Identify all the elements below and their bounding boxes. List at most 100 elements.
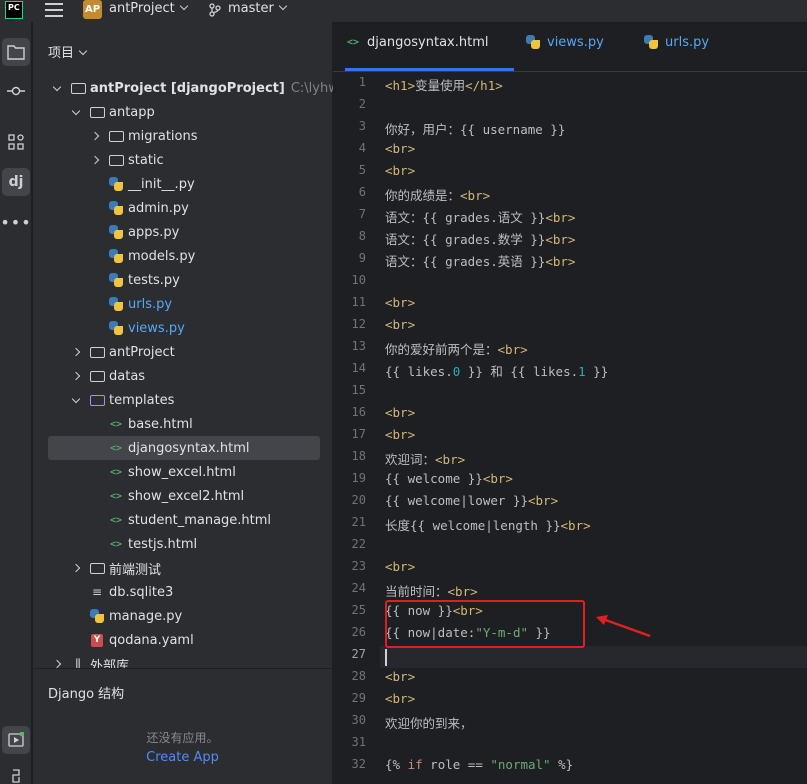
line-number: 32 (351, 757, 366, 771)
django-icon[interactable]: dj (2, 168, 30, 196)
run-icon[interactable] (2, 726, 30, 754)
project-name: antProject (109, 1, 175, 16)
tree-item-label: qodana.yaml (109, 632, 194, 648)
chevron-down-icon[interactable] (69, 393, 83, 407)
tree-item[interactable]: <> base.html (33, 412, 320, 436)
git-branch-icon (209, 3, 221, 17)
chevron-down-icon[interactable] (50, 81, 64, 95)
project-icon[interactable] (2, 38, 30, 66)
code-token: <br> (497, 342, 528, 357)
chevron-right-icon[interactable] (88, 153, 102, 167)
code-token: <br> (385, 427, 416, 442)
tree-item[interactable]: views.py (33, 316, 320, 340)
tree-item[interactable]: antProject [djangoProject] C:\lyhwork\ (33, 76, 364, 100)
tree-item[interactable]: migrations (33, 124, 320, 148)
code-line: <br> (385, 427, 415, 442)
code-token: <br> (482, 471, 513, 486)
code-token: {{ welcome }} (385, 471, 483, 486)
tree-item-label: testjs.html (128, 536, 198, 552)
code-line: 语文：{{ grades.英语 }}<br> (385, 251, 575, 270)
tree-item-label: migrations (128, 128, 198, 144)
code-token: <br> (460, 188, 491, 203)
tree-item[interactable]: <> show_excel2.html (33, 484, 320, 508)
commit-icon[interactable] (2, 77, 30, 105)
pycharm-logo-icon[interactable]: PC (5, 1, 23, 19)
project-selector[interactable]: antProject (109, 1, 189, 16)
folder-icon (70, 81, 86, 95)
tree-item[interactable]: tests.py (33, 268, 320, 292)
code-token: <br> (560, 518, 591, 533)
code-token: 你的成绩是： (385, 188, 461, 203)
tree-item[interactable]: models.py (33, 244, 320, 268)
chevron-right-icon[interactable] (69, 561, 83, 575)
tree-item[interactable]: antapp (33, 100, 320, 124)
python-file-icon (108, 201, 124, 215)
tree-item-label: manage.py (109, 608, 183, 624)
project-badge[interactable]: AP (83, 0, 102, 19)
tree-item[interactable]: manage.py (33, 604, 320, 628)
tree-item[interactable]: <> djangosyntax.html (48, 436, 320, 460)
chevron-right-icon[interactable] (69, 369, 83, 383)
code-line: 你的爱好前两个是：<br> (385, 339, 528, 358)
editor-tab[interactable]: views.py (525, 35, 604, 71)
editor-tab[interactable]: urls.py (643, 35, 709, 71)
create-app-link[interactable]: Create App (33, 750, 332, 765)
tree-item[interactable]: <> student_manage.html (33, 508, 320, 532)
code-line: 欢迎你的到来， (385, 713, 473, 732)
branch-selector[interactable]: master (228, 1, 288, 16)
code-token: <br> (528, 493, 559, 508)
tree-item[interactable]: apps.py (33, 220, 320, 244)
tree-item-label: show_excel.html (128, 464, 236, 480)
python-file-icon (525, 35, 541, 49)
code-token: <br> (385, 559, 416, 574)
tree-item[interactable]: static (33, 148, 320, 172)
line-number: 26 (351, 625, 366, 639)
folder-icon (89, 369, 105, 383)
annotation-arrow-icon (596, 615, 651, 638)
code-token: <br> (545, 210, 576, 225)
tree-item[interactable]: 前端测试 (33, 556, 320, 580)
folder-icon (89, 345, 105, 359)
chevron-right-icon[interactable] (69, 345, 83, 359)
tree-item[interactable]: datas (33, 364, 320, 388)
database-file-icon: ≡ (91, 585, 103, 599)
line-number: 29 (351, 691, 366, 705)
tree-item-label: base.html (128, 416, 193, 432)
project-view-selector[interactable]: 项目 (48, 42, 88, 61)
line-number: 8 (358, 229, 366, 243)
code-token: <br> (545, 254, 576, 269)
tree-item[interactable]: Yqodana.yaml (33, 628, 320, 652)
code-token: 语文：{{ grades.英语 }} (385, 254, 546, 269)
chevron-right-icon[interactable] (88, 129, 102, 143)
more-icon[interactable]: ••• (0, 208, 30, 236)
code-line: <br> (385, 141, 415, 156)
tree-item-label: antProject [djangoProject] (90, 80, 285, 96)
tree-item[interactable]: templates (33, 388, 320, 412)
html-file-icon: <> (109, 442, 123, 454)
tree-item-label: templates (109, 392, 175, 408)
tree-item-label: db.sqlite3 (109, 584, 174, 600)
tree-item[interactable]: urls.py (33, 292, 320, 316)
folder-icon (89, 561, 105, 575)
line-number: 4 (358, 141, 366, 155)
python-file-icon (108, 177, 124, 191)
tree-item[interactable]: <> testjs.html (33, 532, 320, 556)
editor-tab[interactable]: <> djangosyntax.html (345, 35, 515, 71)
tree-item[interactable]: __init__.py (33, 172, 320, 196)
code-line: <br> (385, 317, 415, 332)
python-file-icon (108, 273, 124, 287)
python-console-icon[interactable] (2, 762, 30, 784)
html-file-icon: <> (109, 538, 123, 550)
code-line: 你的成绩是：<br> (385, 185, 490, 204)
tree-item[interactable]: antProject (33, 340, 320, 364)
yaml-file-icon: Y (89, 633, 105, 647)
main-menu-icon[interactable] (45, 3, 63, 17)
code-area[interactable]: <h1>变量使用</h1> 你好，用户：{{ username }} <br> <br… (380, 73, 807, 784)
tree-item[interactable]: <> show_excel.html (33, 460, 320, 484)
tree-item[interactable]: admin.py (33, 196, 320, 220)
code-token: <br> (385, 317, 416, 332)
chevron-down-icon[interactable] (69, 105, 83, 119)
structure-icon[interactable] (2, 128, 30, 156)
tree-item[interactable]: ≡ db.sqlite3 (33, 580, 320, 604)
python-file-icon (108, 297, 124, 311)
